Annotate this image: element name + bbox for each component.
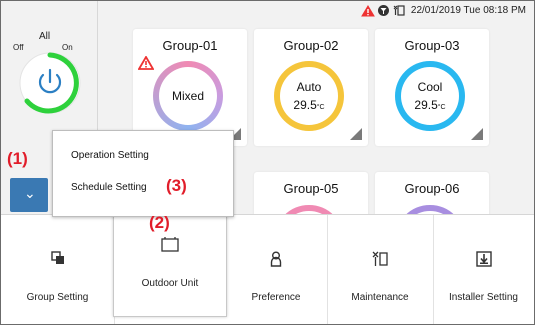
group-name: Group-02: [283, 38, 339, 53]
all-title: All: [39, 31, 51, 42]
nav-label: Group Setting: [26, 292, 89, 303]
group-name: Group-05: [283, 181, 339, 196]
group-name: Group-01: [162, 38, 218, 53]
callout-1: (1): [7, 149, 28, 168]
menu-item-operation-setting[interactable]: Operation Setting: [71, 150, 149, 161]
group-card-02[interactable]: Group-02 Auto 29.5°C: [254, 29, 368, 146]
datetime: 22/01/2019 Tue 08:18 PM: [410, 5, 526, 16]
group-name: Group-03: [404, 38, 460, 53]
temperature-unit: °C: [437, 104, 446, 111]
group-setting-icon: [50, 251, 64, 264]
group-card-03[interactable]: Group-03 Cool 29.5°C: [375, 29, 489, 146]
menu-toggle-button[interactable]: ⌄: [10, 178, 48, 212]
nav-label: Installer Setting: [449, 292, 518, 303]
chevron-down-icon: ⌄: [24, 185, 36, 201]
mode-label: Auto: [296, 80, 322, 94]
temperature-value: 29.5: [293, 98, 317, 112]
temperature: 29.5°C: [414, 98, 445, 112]
status-ring: Auto 29.5°C: [274, 61, 344, 131]
mode-label: Mixed: [171, 89, 204, 103]
group-name: Group-06: [404, 181, 460, 196]
callout-2: (2): [149, 213, 170, 232]
maintenance-icon[interactable]: [392, 4, 405, 17]
corner-indicator: [471, 128, 483, 140]
nav-label: Outdoor Unit: [141, 278, 199, 289]
installer-setting-icon: [475, 251, 492, 267]
corner-indicator: [350, 128, 362, 140]
app-frame: 22/01/2019 Tue 08:18 PM All Off On Group…: [0, 0, 535, 325]
nav-preference[interactable]: Preference: [225, 215, 328, 324]
preference-icon: [270, 251, 282, 267]
nav-installer-setting[interactable]: Installer Setting: [433, 215, 534, 324]
filter-icon[interactable]: [377, 4, 390, 17]
all-power-button[interactable]: [17, 50, 83, 116]
nav-outdoor-unit[interactable]: Outdoor Unit: [113, 215, 227, 317]
group-card-01[interactable]: Group-01 Mixed: [133, 29, 247, 146]
mode-label: Cool: [417, 80, 443, 94]
temperature-unit: °C: [316, 104, 325, 111]
status-ring: Mixed: [153, 61, 223, 131]
group-menu-popup: Operation Setting Schedule Setting: [52, 130, 234, 217]
nav-maintenance[interactable]: Maintenance: [327, 215, 434, 324]
callout-3: (3): [166, 176, 187, 195]
bottom-nav: Group Setting Preference Maintenance Ins…: [1, 214, 534, 324]
nav-label: Maintenance: [351, 292, 409, 303]
temperature-value: 29.5: [414, 98, 438, 112]
temperature: 29.5°C: [293, 98, 324, 112]
status-ring: Cool 29.5°C: [395, 61, 465, 131]
nav-label: Preference: [251, 292, 301, 303]
outdoor-unit-icon: [161, 237, 179, 252]
status-bar: 22/01/2019 Tue 08:18 PM: [361, 4, 526, 17]
warning-icon: [138, 56, 154, 70]
maintenance-icon: [372, 251, 388, 266]
nav-group-setting[interactable]: Group Setting: [1, 215, 115, 324]
menu-item-schedule-setting[interactable]: Schedule Setting: [71, 182, 147, 193]
warning-icon[interactable]: [361, 4, 375, 17]
